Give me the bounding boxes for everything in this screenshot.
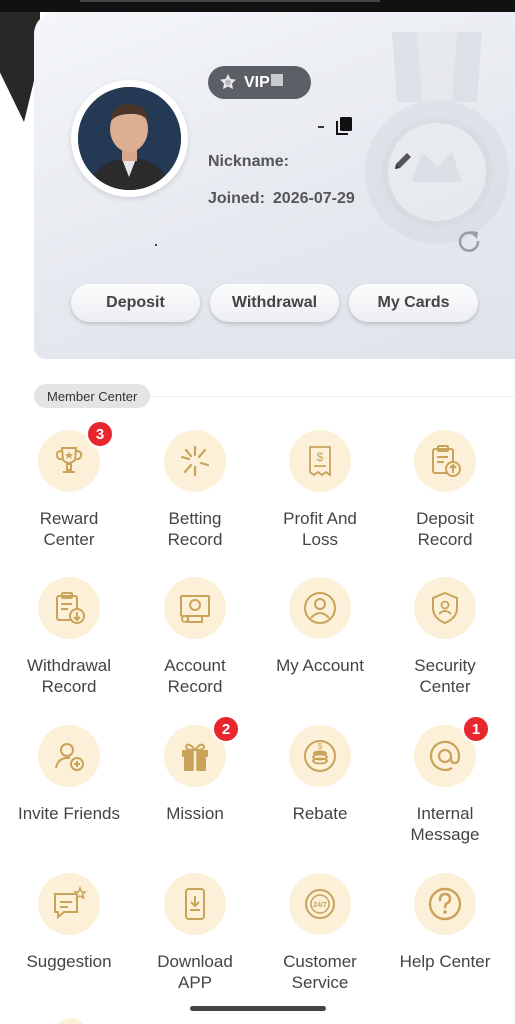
avatar[interactable] bbox=[78, 87, 181, 190]
next-row-icon bbox=[56, 1018, 86, 1024]
phone-download-icon bbox=[185, 888, 205, 920]
menu-item-label: Profit And Loss bbox=[283, 509, 357, 549]
vip-badge[interactable]: VIP bbox=[208, 66, 311, 99]
status-bar-line bbox=[80, 0, 380, 2]
menu-item-label: Download APP bbox=[157, 952, 233, 992]
menu-item-label: My Account bbox=[276, 656, 364, 675]
menu-icon-background: $ bbox=[289, 430, 351, 492]
section-divider bbox=[150, 396, 515, 397]
withdrawal-button[interactable]: Withdrawal bbox=[210, 284, 339, 322]
notification-badge: 3 bbox=[86, 420, 114, 448]
menu-icon-background bbox=[414, 873, 476, 935]
menu-icon-background bbox=[414, 577, 476, 639]
nickname-row: Nickname: bbox=[208, 153, 289, 171]
menu-item-internal-message[interactable]: 1 Internal Message bbox=[383, 715, 507, 845]
menu-item-label: Customer Service bbox=[283, 952, 357, 992]
deposit-button[interactable]: Deposit bbox=[71, 284, 200, 322]
id-mark bbox=[318, 126, 324, 128]
menu-item-label: Deposit Record bbox=[416, 509, 474, 549]
medal-watermark-icon bbox=[365, 32, 509, 244]
pencil-icon[interactable] bbox=[392, 150, 414, 172]
svg-text:24/7: 24/7 bbox=[313, 902, 327, 909]
menu-item-withdrawal-record[interactable]: Withdrawal Record bbox=[7, 577, 131, 697]
menu-icon-background bbox=[164, 430, 226, 492]
user-avatar-photo-icon bbox=[78, 87, 181, 190]
menu-item-reward-center[interactable]: 3 Reward Center bbox=[7, 420, 131, 550]
member-center-title: Member Center bbox=[34, 384, 151, 408]
vip-label: VIP bbox=[244, 73, 270, 91]
shield-user-icon bbox=[432, 591, 458, 625]
gift-icon bbox=[182, 743, 208, 771]
user-circle-icon bbox=[304, 592, 336, 624]
menu-item-security-center[interactable]: Security Center bbox=[383, 577, 507, 697]
menu-icon-background bbox=[289, 577, 351, 639]
menu-item-rebate[interactable]: $ Rebate bbox=[258, 725, 382, 824]
chat-star-icon bbox=[54, 885, 87, 920]
menu-item-label: Reward Center bbox=[39, 509, 99, 549]
menu-icon-background bbox=[164, 577, 226, 639]
trophy-icon bbox=[55, 447, 83, 473]
menu-item-my-account[interactable]: My Account bbox=[258, 577, 382, 676]
starburst-icon bbox=[180, 445, 210, 477]
menu-item-profit-and-loss[interactable]: $ Profit And Loss bbox=[258, 430, 382, 550]
menu-item-deposit-record[interactable]: Deposit Record bbox=[383, 430, 507, 550]
my-cards-button[interactable]: My Cards bbox=[349, 284, 478, 322]
add-user-icon bbox=[55, 743, 84, 771]
menu-item-label: Invite Friends bbox=[17, 804, 121, 823]
joined-date: 2026-07-29 bbox=[272, 190, 355, 207]
notification-badge: 2 bbox=[212, 715, 240, 743]
menu-item-suggestion[interactable]: Suggestion bbox=[7, 873, 131, 972]
menu-item-label: Mission bbox=[166, 804, 224, 823]
menu-item-label: Withdrawal Record bbox=[26, 656, 112, 696]
menu-item-invite-friends[interactable]: Invite Friends bbox=[7, 725, 131, 824]
menu-item-download-app[interactable]: Download APP bbox=[133, 873, 257, 993]
support-247-icon: 24/7 bbox=[305, 889, 335, 919]
menu-icon-background bbox=[38, 725, 100, 787]
menu-icon-background: $ bbox=[289, 725, 351, 787]
menu-item-label: Security Center bbox=[414, 656, 476, 696]
menu-icon-background: 1 bbox=[414, 715, 490, 787]
at-sign-icon bbox=[429, 740, 461, 771]
menu-item-betting-record[interactable]: Betting Record bbox=[133, 430, 257, 550]
menu-icon-background bbox=[38, 577, 100, 639]
menu-icon-background: 24/7 bbox=[289, 873, 351, 935]
menu-icon-background bbox=[414, 430, 476, 492]
clipboard-download-icon bbox=[56, 592, 85, 624]
menu-item-customer-service[interactable]: 24/7 Customer Service bbox=[258, 873, 382, 993]
svg-text:$: $ bbox=[318, 742, 323, 751]
copy-icon[interactable] bbox=[333, 115, 355, 137]
question-circle-icon bbox=[428, 887, 462, 921]
menu-item-label: Rebate bbox=[292, 804, 348, 823]
joined-row: Joined: 2026-07-29 bbox=[208, 190, 355, 208]
menu-item-label: Suggestion bbox=[26, 952, 112, 971]
svg-text:$: $ bbox=[317, 450, 324, 464]
notification-badge: 1 bbox=[462, 715, 490, 743]
menu-item-mission[interactable]: 2 Mission bbox=[133, 715, 257, 824]
menu-icon-background: 2 bbox=[164, 715, 240, 787]
home-indicator[interactable] bbox=[190, 1006, 326, 1011]
menu-item-account-record[interactable]: Account Record bbox=[133, 577, 257, 697]
menu-icon-background: 3 bbox=[38, 420, 114, 492]
nickname-label: Nickname: bbox=[208, 153, 289, 170]
menu-item-label: Help Center bbox=[399, 952, 491, 971]
dollar-receipt-icon: $ bbox=[309, 446, 331, 477]
status-bar bbox=[0, 0, 515, 12]
refresh-icon[interactable] bbox=[456, 228, 482, 254]
menu-icon-background bbox=[38, 873, 100, 935]
dot-mark bbox=[155, 244, 157, 246]
menu-icon-background bbox=[164, 873, 226, 935]
menu-item-help-center[interactable]: Help Center bbox=[383, 873, 507, 972]
joined-label: Joined: bbox=[208, 190, 265, 207]
coins-icon: $ bbox=[304, 740, 336, 772]
menu-item-label: Betting Record bbox=[167, 509, 223, 549]
menu-item-label: Internal Message bbox=[410, 804, 480, 844]
vip-medal-icon bbox=[220, 73, 236, 89]
menu-item-label: Account Record bbox=[164, 656, 226, 696]
certificate-icon bbox=[180, 595, 210, 623]
clipboard-upload-icon bbox=[432, 445, 461, 477]
vip-level-mark bbox=[270, 73, 283, 86]
